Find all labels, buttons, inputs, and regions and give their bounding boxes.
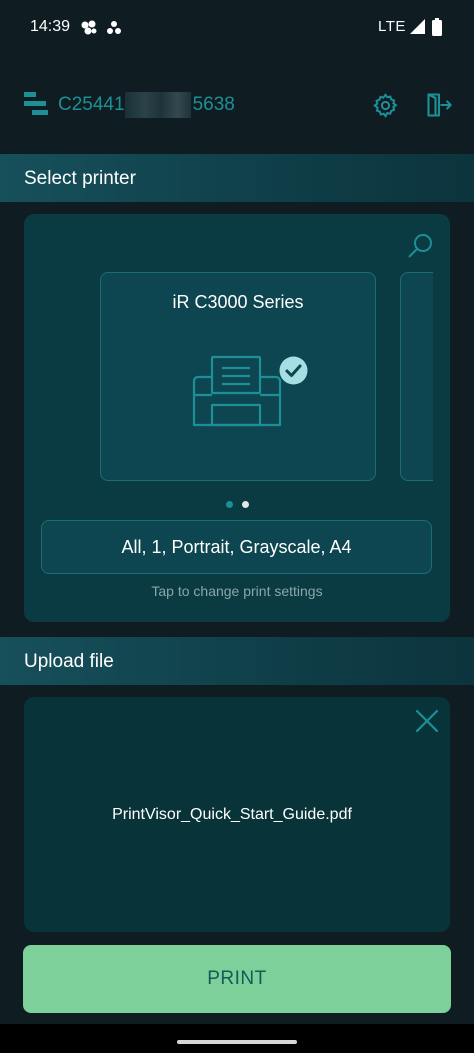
logout-icon[interactable] xyxy=(425,91,453,124)
print-button[interactable]: PRINT xyxy=(23,945,451,1013)
file-name: PrintVisor_Quick_Start_Guide.pdf xyxy=(112,806,352,823)
page-dot-1 xyxy=(226,501,233,508)
redacted-id-mask xyxy=(125,92,191,118)
page-dot-2 xyxy=(242,501,249,508)
status-time: 14:39 xyxy=(30,18,71,35)
battery-icon xyxy=(432,18,442,41)
device-id-prefix: C25441 xyxy=(58,94,125,115)
navigation-bar xyxy=(0,1024,474,1053)
settings-hint: Tap to change print settings xyxy=(151,583,323,599)
device-id-suffix: 5638 xyxy=(192,94,235,115)
gear-icon[interactable] xyxy=(372,92,399,124)
upload-file-title: Upload file xyxy=(24,651,114,672)
search-icon[interactable] xyxy=(406,232,434,265)
printer-icon xyxy=(192,355,284,436)
signal-icon xyxy=(410,19,426,40)
notification-dots-icon xyxy=(80,19,124,42)
select-printer-title: Select printer xyxy=(24,168,136,189)
printer-name: iR C3000 Series xyxy=(172,292,304,312)
network-type: LTE xyxy=(378,18,406,35)
logo-icon xyxy=(24,92,50,121)
print-settings-button[interactable]: All, 1, Portrait, Grayscale, A4 xyxy=(41,520,432,574)
check-icon xyxy=(279,356,308,390)
home-handle[interactable] xyxy=(177,1040,297,1044)
next-printer-tile[interactable] xyxy=(400,272,433,481)
close-icon[interactable] xyxy=(415,709,439,738)
